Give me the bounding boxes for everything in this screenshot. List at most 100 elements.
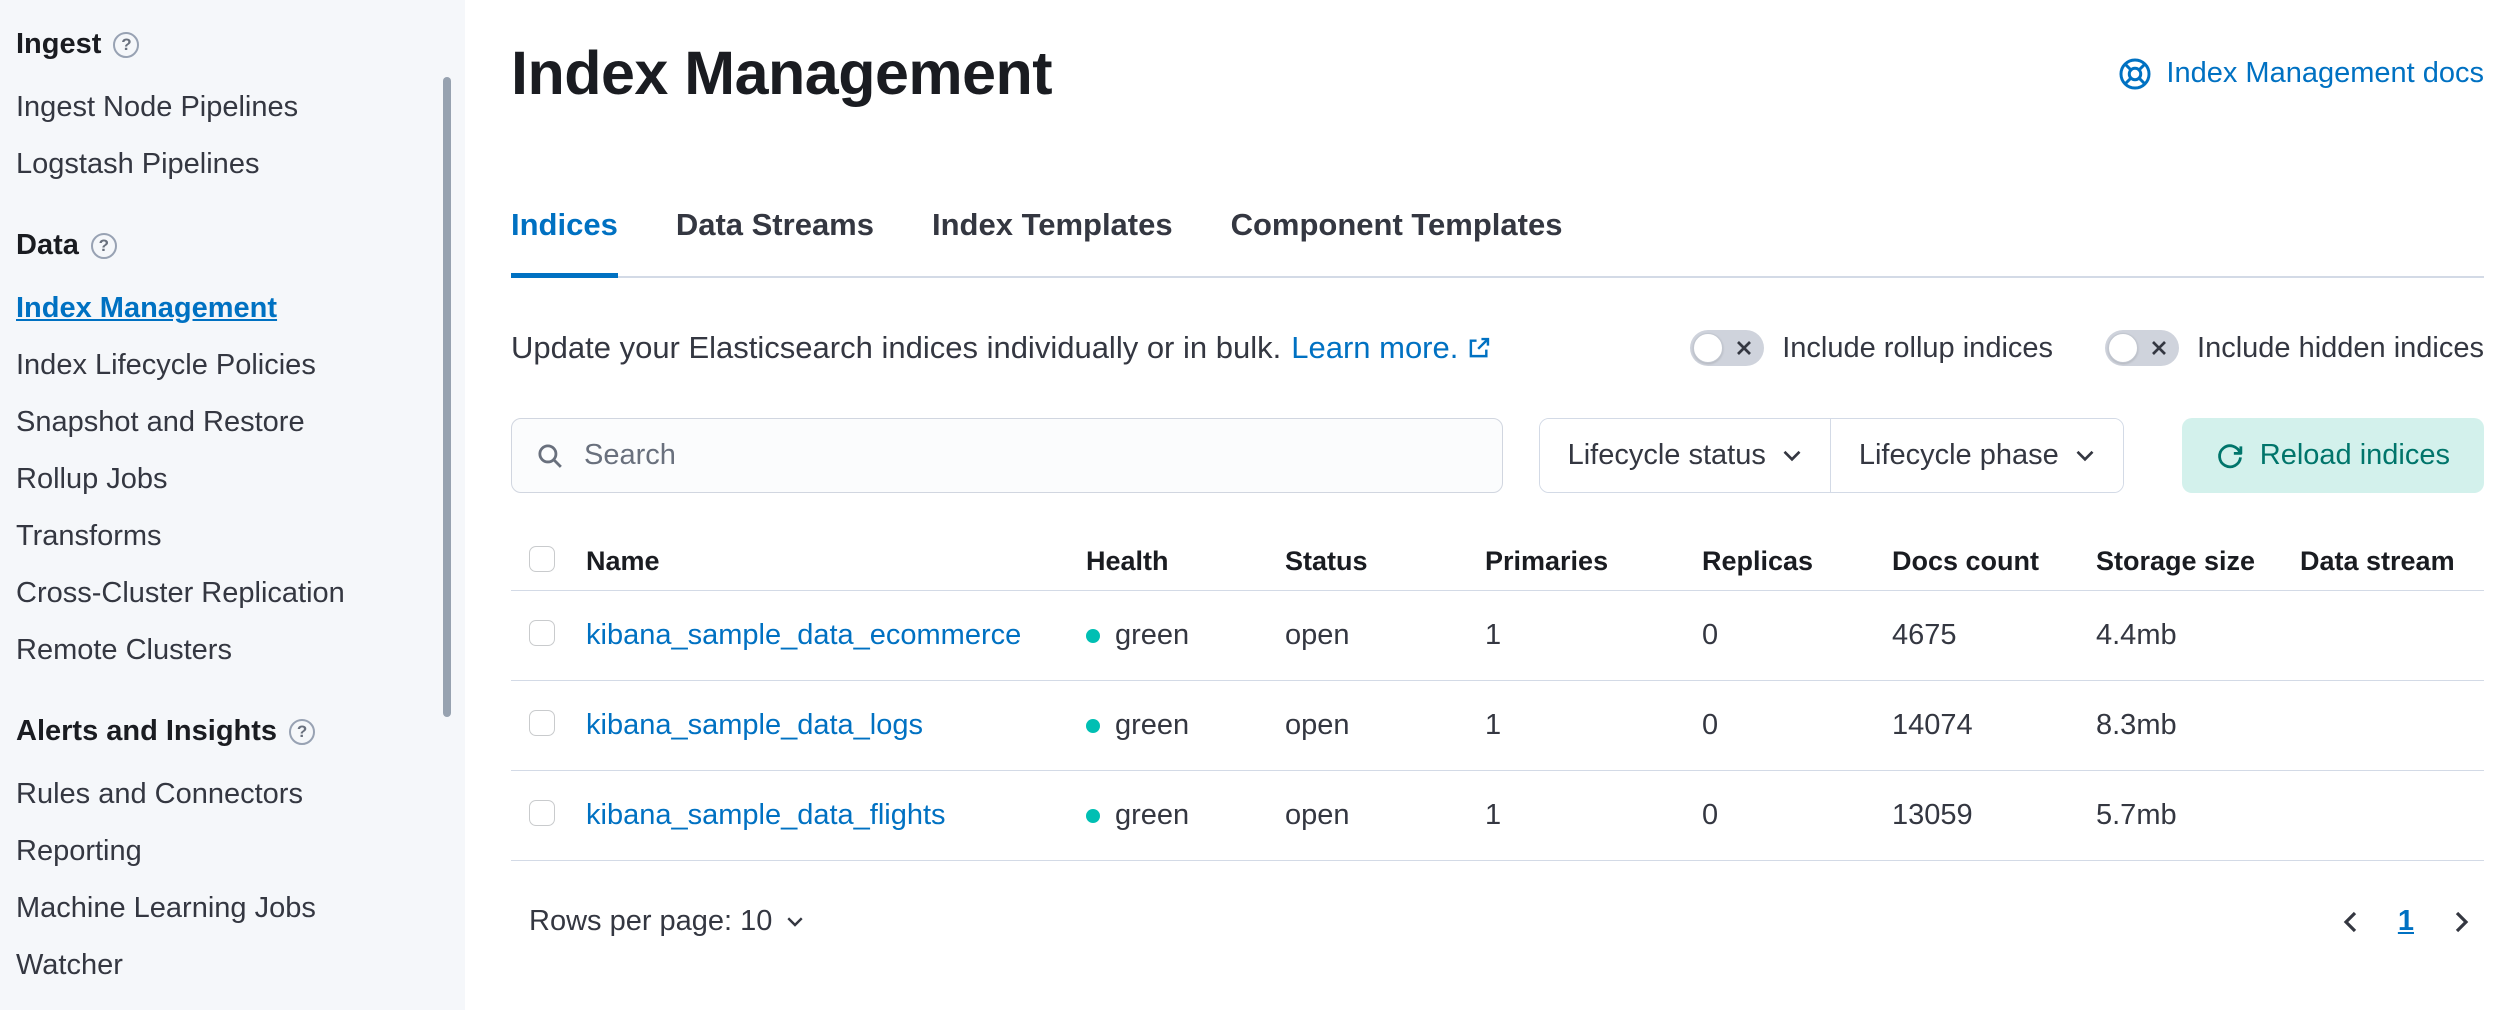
- toggle-thumb: [1693, 333, 1723, 363]
- column-header-name[interactable]: Name: [586, 546, 1086, 577]
- storage-size-value: 8.3mb: [2096, 709, 2300, 742]
- table-header: Name Health Status Primaries Replicas Do…: [511, 533, 2484, 591]
- status-value: open: [1285, 709, 1485, 742]
- replicas-value: 0: [1702, 709, 1892, 742]
- status-value: open: [1285, 799, 1485, 832]
- help-icon[interactable]: ?: [113, 32, 139, 58]
- nav-heading-label: Data: [16, 229, 79, 262]
- sidebar-item-transforms[interactable]: Transforms: [16, 521, 415, 551]
- page-title: Index Management: [511, 36, 1052, 111]
- tab-data-streams[interactable]: Data Streams: [676, 207, 874, 278]
- tab-component-templates[interactable]: Component Templates: [1231, 207, 1563, 278]
- toggle-include-hidden-indices[interactable]: Include hidden indices: [2105, 330, 2484, 366]
- refresh-icon: [2216, 442, 2244, 470]
- filter-label: Lifecycle status: [1568, 439, 1766, 472]
- row-checkbox[interactable]: [529, 620, 555, 646]
- help-icon[interactable]: ?: [289, 719, 315, 745]
- page-number[interactable]: 1: [2398, 905, 2414, 938]
- learn-more-link[interactable]: Learn more.: [1291, 330, 1492, 366]
- page-header: Index Management Index Management docs: [511, 36, 2484, 111]
- lifecycle-phase-filter[interactable]: Lifecycle phase: [1830, 419, 2123, 492]
- toggle-include-rollup-indices[interactable]: Include rollup indices: [1690, 330, 2053, 366]
- table-row: kibana_sample_data_logs green open 1 0 1…: [511, 681, 2484, 771]
- column-header-primaries[interactable]: Primaries: [1485, 546, 1702, 577]
- status-value: open: [1285, 619, 1485, 652]
- sidebar-item-rollup-jobs[interactable]: Rollup Jobs: [16, 464, 415, 494]
- rows-per-page-label: Rows per page: 10: [529, 905, 772, 938]
- search-box: [511, 418, 1503, 493]
- nav-section-ingest: Ingest ? Ingest Node Pipelines Logstash …: [16, 28, 415, 179]
- docs-link[interactable]: Index Management docs: [2118, 57, 2484, 91]
- toggle-label: Include rollup indices: [1782, 332, 2053, 365]
- sidebar-item-reporting[interactable]: Reporting: [16, 836, 415, 866]
- sidebar-item-remote-clusters[interactable]: Remote Clusters: [16, 635, 415, 665]
- docs-link-label: Index Management docs: [2166, 57, 2484, 90]
- help-icon[interactable]: ?: [91, 233, 117, 259]
- sidebar-item-rules-and-connectors[interactable]: Rules and Connectors: [16, 779, 415, 809]
- row-checkbox[interactable]: [529, 800, 555, 826]
- description-label: Update your Elasticsearch indices indivi…: [511, 330, 1281, 366]
- sidebar-scrollbar[interactable]: [443, 77, 451, 717]
- replicas-value: 0: [1702, 799, 1892, 832]
- nav-heading-label: Alerts and Insights: [16, 715, 277, 748]
- toggle-controls: Include rollup indices Include hidden in…: [1690, 330, 2484, 366]
- reload-indices-label: Reload indices: [2260, 439, 2450, 472]
- rows-per-page-selector[interactable]: Rows per page: 10: [529, 905, 804, 938]
- primaries-value: 1: [1485, 709, 1702, 742]
- nav-heading-label: Ingest: [16, 28, 101, 61]
- toggle-thumb: [2108, 333, 2138, 363]
- chevron-down-icon: [2075, 449, 2095, 463]
- toggle-switch[interactable]: [2105, 330, 2179, 366]
- sidebar-item-snapshot-and-restore[interactable]: Snapshot and Restore: [16, 407, 415, 437]
- sidebar-item-cross-cluster-replication[interactable]: Cross-Cluster Replication: [16, 578, 415, 608]
- search-input[interactable]: [512, 419, 1502, 492]
- select-all-checkbox[interactable]: [529, 546, 555, 572]
- table-footer: Rows per page: 10 1: [511, 905, 2484, 938]
- sidebar-item-index-lifecycle-policies[interactable]: Index Lifecycle Policies: [16, 350, 415, 380]
- lifecycle-status-filter[interactable]: Lifecycle status: [1540, 419, 1830, 492]
- nav-section-data: Data ? Index Management Index Lifecycle …: [16, 229, 415, 665]
- sidebar: Ingest ? Ingest Node Pipelines Logstash …: [0, 0, 465, 1010]
- filter-group: Lifecycle status Lifecycle phase: [1539, 418, 2124, 493]
- nav-heading-data: Data ?: [16, 229, 415, 262]
- cross-icon: [2150, 339, 2168, 357]
- index-name-link[interactable]: kibana_sample_data_logs: [586, 709, 923, 741]
- tab-indices[interactable]: Indices: [511, 207, 618, 278]
- index-name-link[interactable]: kibana_sample_data_ecommerce: [586, 619, 1021, 651]
- chevron-left-icon[interactable]: [2342, 910, 2358, 934]
- column-header-replicas[interactable]: Replicas: [1702, 546, 1892, 577]
- storage-size-value: 5.7mb: [2096, 799, 2300, 832]
- reload-indices-button[interactable]: Reload indices: [2182, 418, 2484, 493]
- health-dot: [1086, 629, 1100, 643]
- chevron-right-icon[interactable]: [2454, 910, 2470, 934]
- sidebar-item-machine-learning-jobs[interactable]: Machine Learning Jobs: [16, 893, 415, 923]
- column-header-status[interactable]: Status: [1285, 546, 1485, 577]
- column-header-docs-count[interactable]: Docs count: [1892, 546, 2096, 577]
- lifebuoy-icon: [2118, 57, 2152, 91]
- filter-label: Lifecycle phase: [1859, 439, 2059, 472]
- nav-heading-ingest: Ingest ?: [16, 28, 415, 61]
- nav-heading-alerts-and-insights: Alerts and Insights ?: [16, 715, 415, 748]
- primaries-value: 1: [1485, 619, 1702, 652]
- sidebar-item-index-management[interactable]: Index Management: [16, 293, 415, 323]
- table-row: kibana_sample_data_flights green open 1 …: [511, 771, 2484, 861]
- description-row: Update your Elasticsearch indices indivi…: [511, 330, 2484, 366]
- nav-section-alerts-and-insights: Alerts and Insights ? Rules and Connecto…: [16, 715, 415, 980]
- external-link-icon: [1466, 335, 1492, 361]
- sidebar-item-ingest-node-pipelines[interactable]: Ingest Node Pipelines: [16, 92, 415, 122]
- column-header-data-stream[interactable]: Data stream: [2300, 546, 2484, 577]
- tab-index-templates[interactable]: Index Templates: [932, 207, 1173, 278]
- sidebar-item-logstash-pipelines[interactable]: Logstash Pipelines: [16, 149, 415, 179]
- column-header-health[interactable]: Health: [1086, 546, 1285, 577]
- index-name-link[interactable]: kibana_sample_data_flights: [586, 799, 946, 831]
- docs-count-value: 13059: [1892, 799, 2096, 832]
- health-label: green: [1115, 619, 1189, 652]
- table-row: kibana_sample_data_ecommerce green open …: [511, 591, 2484, 681]
- app-window: Ingest ? Ingest Node Pipelines Logstash …: [0, 0, 2504, 1010]
- health-label: green: [1115, 799, 1189, 832]
- column-header-storage-size[interactable]: Storage size: [2096, 546, 2300, 577]
- row-checkbox[interactable]: [529, 710, 555, 736]
- tabs: Indices Data Streams Index Templates Com…: [511, 207, 2484, 278]
- sidebar-item-watcher[interactable]: Watcher: [16, 950, 415, 980]
- toggle-switch[interactable]: [1690, 330, 1764, 366]
